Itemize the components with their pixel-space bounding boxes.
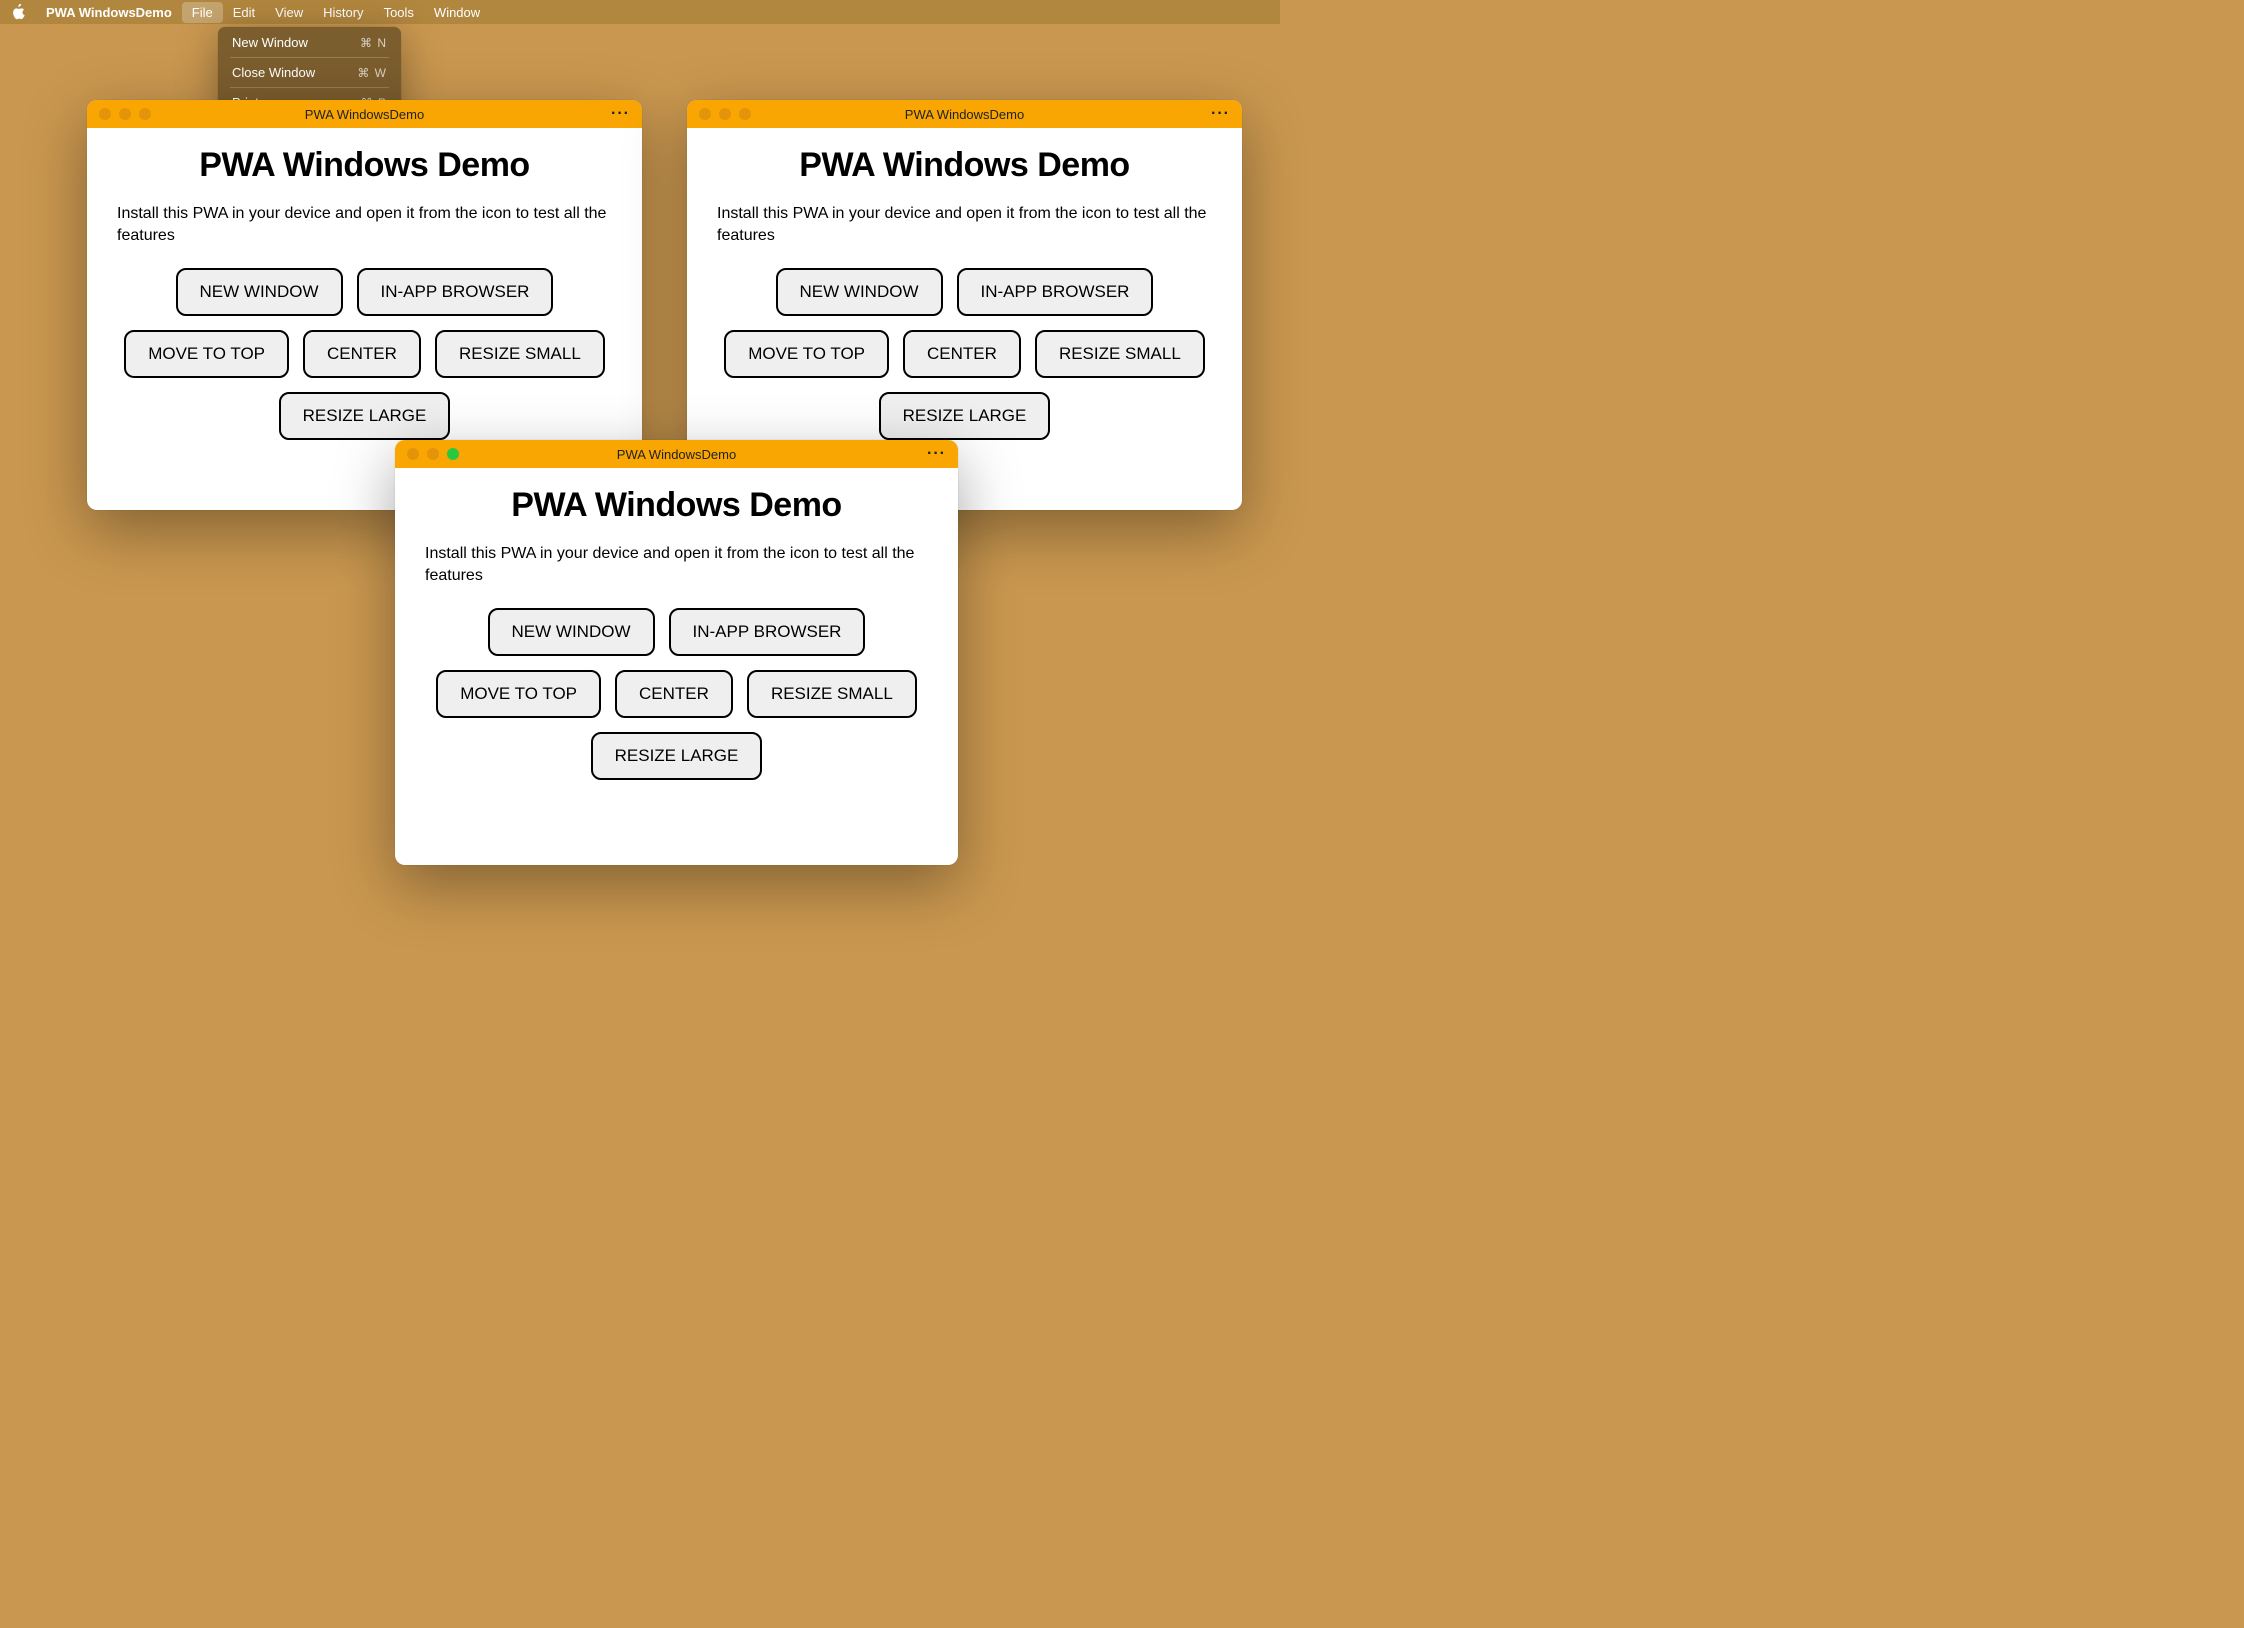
center-button[interactable]: CENTER	[303, 330, 421, 378]
button-grid: NEW WINDOW IN-APP BROWSER MOVE TO TOP CE…	[425, 608, 928, 780]
minimize-button[interactable]	[119, 108, 131, 120]
move-to-top-button[interactable]: MOVE TO TOP	[124, 330, 289, 378]
center-button[interactable]: CENTER	[903, 330, 1021, 378]
menubar-item-history[interactable]: History	[313, 2, 373, 23]
page-title: PWA Windows Demo	[717, 146, 1212, 185]
window-content: PWA Windows Demo Install this PWA in you…	[87, 128, 642, 470]
page-description: Install this PWA in your device and open…	[717, 203, 1212, 246]
menu-item-label: New Window	[232, 35, 308, 50]
resize-small-button[interactable]: RESIZE SMALL	[435, 330, 605, 378]
more-icon[interactable]: ···	[611, 105, 630, 123]
resize-large-button[interactable]: RESIZE LARGE	[879, 392, 1051, 440]
zoom-button[interactable]	[139, 108, 151, 120]
titlebar[interactable]: PWA WindowsDemo ···	[395, 440, 958, 468]
traffic-lights	[699, 108, 751, 120]
resize-large-button[interactable]: RESIZE LARGE	[591, 732, 763, 780]
resize-small-button[interactable]: RESIZE SMALL	[747, 670, 917, 718]
zoom-button[interactable]	[739, 108, 751, 120]
menu-item-shortcut: ⌘ N	[360, 36, 387, 50]
menu-item-shortcut: ⌘ W	[357, 66, 387, 80]
minimize-button[interactable]	[427, 448, 439, 460]
menubar-item-tools[interactable]: Tools	[374, 2, 424, 23]
in-app-browser-button[interactable]: IN-APP BROWSER	[357, 268, 554, 316]
in-app-browser-button[interactable]: IN-APP BROWSER	[669, 608, 866, 656]
new-window-button[interactable]: NEW WINDOW	[488, 608, 655, 656]
more-icon[interactable]: ···	[1211, 105, 1230, 123]
move-to-top-button[interactable]: MOVE TO TOP	[436, 670, 601, 718]
traffic-lights	[407, 448, 459, 460]
resize-large-button[interactable]: RESIZE LARGE	[279, 392, 451, 440]
in-app-browser-button[interactable]: IN-APP BROWSER	[957, 268, 1154, 316]
window-title: PWA WindowsDemo	[305, 107, 424, 122]
center-button[interactable]: CENTER	[615, 670, 733, 718]
move-to-top-button[interactable]: MOVE TO TOP	[724, 330, 889, 378]
menu-item-close-window[interactable]: Close Window ⌘ W	[218, 62, 401, 83]
page-title: PWA Windows Demo	[425, 486, 928, 525]
menu-separator	[230, 57, 389, 58]
page-title: PWA Windows Demo	[117, 146, 612, 185]
page-description: Install this PWA in your device and open…	[425, 543, 928, 586]
traffic-lights	[99, 108, 151, 120]
menu-item-label: Close Window	[232, 65, 315, 80]
close-button[interactable]	[699, 108, 711, 120]
window-title: PWA WindowsDemo	[617, 447, 736, 462]
titlebar[interactable]: PWA WindowsDemo ···	[87, 100, 642, 128]
button-grid: NEW WINDOW IN-APP BROWSER MOVE TO TOP CE…	[717, 268, 1212, 440]
page-description: Install this PWA in your device and open…	[117, 203, 612, 246]
zoom-button[interactable]	[447, 448, 459, 460]
menu-separator	[230, 87, 389, 88]
close-button[interactable]	[99, 108, 111, 120]
close-button[interactable]	[407, 448, 419, 460]
menu-item-new-window[interactable]: New Window ⌘ N	[218, 32, 401, 53]
menubar: PWA WindowsDemo File Edit View History T…	[0, 0, 1280, 24]
window-title: PWA WindowsDemo	[905, 107, 1024, 122]
menubar-item-view[interactable]: View	[265, 2, 313, 23]
app-window-3: PWA WindowsDemo ··· PWA Windows Demo Ins…	[395, 440, 958, 865]
menubar-app-name[interactable]: PWA WindowsDemo	[36, 5, 182, 20]
window-content: PWA Windows Demo Install this PWA in you…	[395, 468, 958, 810]
resize-small-button[interactable]: RESIZE SMALL	[1035, 330, 1205, 378]
menubar-item-file[interactable]: File	[182, 2, 223, 23]
more-icon[interactable]: ···	[927, 445, 946, 463]
button-grid: NEW WINDOW IN-APP BROWSER MOVE TO TOP CE…	[117, 268, 612, 440]
window-content: PWA Windows Demo Install this PWA in you…	[687, 128, 1242, 470]
apple-icon[interactable]	[10, 4, 26, 20]
minimize-button[interactable]	[719, 108, 731, 120]
new-window-button[interactable]: NEW WINDOW	[176, 268, 343, 316]
new-window-button[interactable]: NEW WINDOW	[776, 268, 943, 316]
menubar-item-edit[interactable]: Edit	[223, 2, 265, 23]
titlebar[interactable]: PWA WindowsDemo ···	[687, 100, 1242, 128]
menubar-item-window[interactable]: Window	[424, 2, 490, 23]
